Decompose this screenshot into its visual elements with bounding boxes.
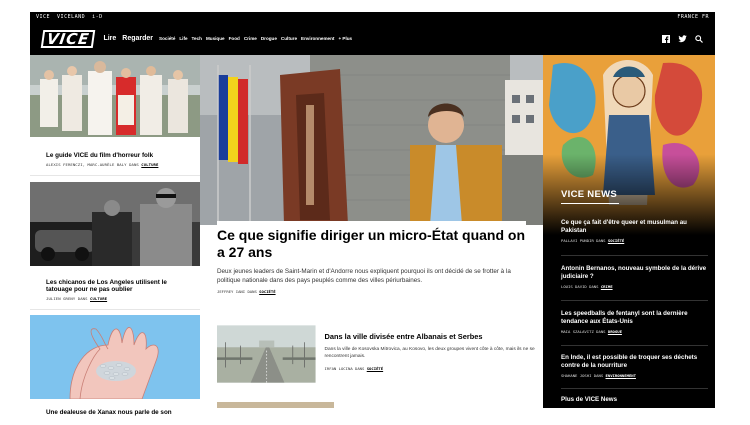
author[interactable]: MAIA SZALAVITZ	[561, 329, 594, 334]
article-byline: ALEXIS FERENCZI, MARC-AURÈLE BALY DANS C…	[30, 162, 200, 167]
divider	[30, 174, 200, 176]
viceland-link[interactable]: VICELAND	[57, 14, 85, 20]
left-column: Le guide VICE du film d'horreur folk ALE…	[30, 55, 200, 416]
nav-regarder[interactable]: Regarder	[122, 35, 153, 42]
kosovo-text: Dans la ville divisée entre Albanais et …	[325, 320, 537, 388]
kosovo-bridge-image	[217, 325, 316, 383]
news-byline: LOUIS DAVID DANS CRIME	[561, 284, 711, 289]
news-byline: SHAHANE JOSHI DANS ENVIRONNEMENT	[561, 373, 711, 378]
article-title[interactable]: Une dealeuse de Xanax nous parle de son	[30, 409, 200, 417]
dans-text: DANS	[596, 329, 606, 334]
dans-text: DANS	[247, 289, 257, 294]
folk-horror-image	[30, 55, 200, 137]
divider	[561, 345, 708, 346]
divider	[30, 308, 200, 310]
xanax-image	[30, 314, 200, 399]
dans-text: DANS	[355, 366, 365, 371]
hero-article[interactable]: Ce que signifie diriger un micro-État qu…	[200, 221, 543, 294]
hero-title[interactable]: Ce que signifie diriger un micro-État qu…	[217, 221, 526, 261]
category-tag[interactable]: CRIME	[601, 284, 613, 289]
vice-news-item[interactable]: Ce que ça fait d'être queer et musulman …	[561, 219, 711, 243]
vice-logo[interactable]: VICE	[40, 29, 96, 48]
article-byline: JULIEN GRENY DANS CULTURE	[30, 296, 200, 301]
category-tag[interactable]: SOCIÉTÉ	[608, 238, 624, 243]
nav-societe[interactable]: Société	[159, 36, 175, 41]
category-tag[interactable]: ENVIRONNEMENT	[606, 373, 636, 378]
article-description: Dans la ville de Kosovska Mitrovica, au …	[324, 347, 535, 359]
vice-news-panel: VICE NEWS Ce que ça fait d'être queer et…	[543, 55, 715, 408]
category-tag[interactable]: CULTURE	[90, 296, 107, 301]
article-byline: IRFAN LOCINA DANS SOCIÉTÉ	[325, 366, 537, 371]
nav-musique[interactable]: Musique	[206, 36, 225, 41]
vice-news-item[interactable]: Antonin Bernanos, nouveau symbole de la …	[561, 265, 711, 289]
id-link[interactable]: i-D	[92, 14, 103, 20]
vice-news-artwork	[543, 55, 715, 235]
author[interactable]: JULIEN GRENY	[46, 296, 75, 301]
region-selector[interactable]: FRANCE FR	[677, 14, 709, 20]
dans-text: DANS	[589, 284, 599, 289]
author[interactable]: JEFFREY IANI	[217, 289, 245, 294]
author[interactable]: SHAHANE JOSHI	[561, 373, 591, 378]
nav-environnement[interactable]: Environnement	[301, 36, 334, 41]
twitter-icon[interactable]	[678, 34, 687, 43]
divider	[561, 388, 708, 389]
nav-lire[interactable]: Lire	[103, 35, 116, 42]
nav-culture[interactable]: Culture	[281, 36, 297, 41]
article-card-chicanos[interactable]: Les chicanos de Los Angeles utilisent le…	[30, 181, 200, 301]
vice-news-item[interactable]: En Inde, il est possible de troquer ses …	[561, 354, 711, 378]
category-tag[interactable]: DROGUE	[608, 329, 622, 334]
top-strip: VICE VICELAND i-D FRANCE FR	[30, 12, 715, 22]
divider	[561, 300, 708, 301]
vice-news-heading[interactable]: VICE NEWS	[561, 189, 620, 204]
category-tag[interactable]: SOCIÉTÉ	[259, 289, 275, 294]
article-card-xanax[interactable]: Une dealeuse de Xanax nous parle de son	[30, 314, 200, 417]
article-title[interactable]: Les chicanos de Los Angeles utilisent le…	[30, 279, 200, 294]
dans-text: DANS	[77, 295, 88, 301]
chicanos-image	[30, 181, 200, 266]
dans-text: DANS	[596, 238, 606, 243]
dans-text: DANS	[593, 373, 604, 378]
more-vice-news-link[interactable]: Plus de VICE News	[561, 396, 617, 403]
search-icon[interactable]	[695, 34, 703, 43]
facebook-icon[interactable]	[662, 34, 670, 43]
hero-description: Deux jeunes leaders de Saint-Marin et d'…	[217, 268, 511, 284]
nav-life[interactable]: Life	[179, 36, 187, 41]
author[interactable]: IRFAN LOCINA	[325, 366, 353, 371]
news-title[interactable]: Les speedballs de fentanyl sont la derni…	[561, 310, 711, 325]
author[interactable]: ALEXIS FERENCZI, MARC-AURÈLE BALY	[46, 162, 127, 167]
article-card-folk-horror[interactable]: Le guide VICE du film d'horreur folk ALE…	[30, 55, 200, 167]
hero-byline: JEFFREY IANI DANS SOCIÉTÉ	[217, 289, 526, 294]
author[interactable]: LOUIS DAVID	[561, 284, 587, 289]
author[interactable]: PALLAVI PUNDIR	[561, 238, 594, 243]
news-title[interactable]: Ce que ça fait d'être queer et musulman …	[561, 219, 711, 234]
dans-text: DANS	[129, 161, 139, 167]
nav-plus[interactable]: + Plus	[338, 36, 352, 41]
news-title[interactable]: En Inde, il est possible de troquer ses …	[561, 354, 711, 369]
nav-crime[interactable]: Crime	[244, 36, 257, 41]
category-tag[interactable]: SOCIÉTÉ	[367, 366, 383, 371]
hero-photo	[200, 55, 543, 225]
article-card-kosovo[interactable]: Dans la ville divisée entre Albanais et …	[217, 320, 537, 388]
hero-image[interactable]	[200, 55, 543, 225]
vice-news-item[interactable]: Les speedballs de fentanyl sont la derni…	[561, 310, 711, 334]
divider	[561, 255, 708, 256]
main-nav: VICE Lire Regarder Société Life Tech Mus…	[30, 22, 715, 55]
news-title[interactable]: Antonin Bernanos, nouveau symbole de la …	[561, 265, 711, 280]
nav-drogue[interactable]: Drogue	[261, 36, 277, 41]
article-title[interactable]: Le guide VICE du film d'horreur folk	[30, 152, 200, 160]
nav-food[interactable]: Food	[229, 36, 240, 41]
nav-tech[interactable]: Tech	[192, 36, 202, 41]
news-byline: PALLAVI PUNDIR DANS SOCIÉTÉ	[561, 238, 711, 243]
vice-link[interactable]: VICE	[36, 14, 50, 20]
news-byline: MAIA SZALAVITZ DANS DROGUE	[561, 329, 711, 334]
article-title[interactable]: Dans la ville divisée entre Albanais et …	[325, 332, 537, 341]
category-tag[interactable]: CULTURE	[141, 162, 158, 167]
next-article-thumb[interactable]	[217, 402, 334, 408]
